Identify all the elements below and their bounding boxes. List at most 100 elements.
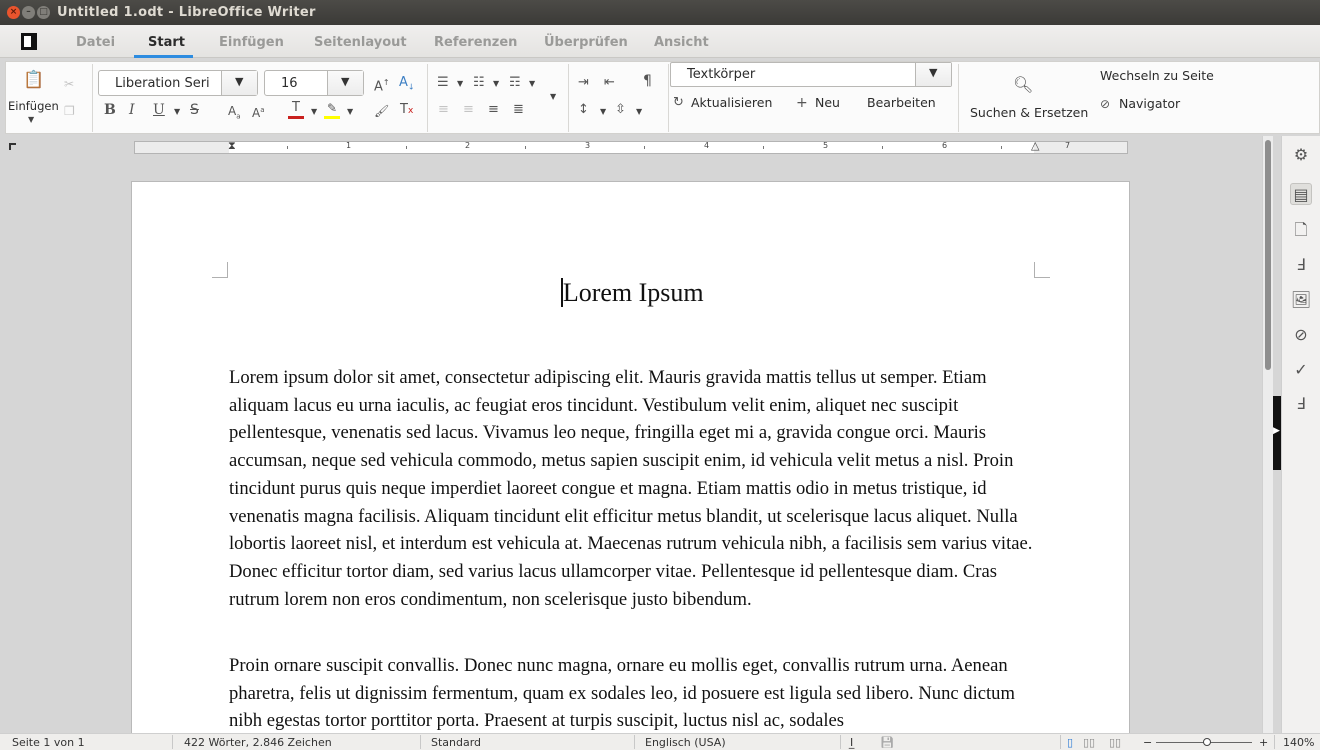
bold-button[interactable]: B — [104, 102, 116, 118]
page-icon[interactable]: 🗋 — [1290, 219, 1312, 241]
vertical-scrollbar[interactable] — [1262, 136, 1273, 733]
tab-seitenlayout[interactable]: Seitenlayout — [314, 35, 407, 50]
grow-font-icon[interactable]: A↑ — [374, 75, 390, 95]
line-spacing-icon[interactable]: ↕ — [578, 102, 589, 118]
document-page[interactable]: Lorem Ipsum Lorem ipsum dolor sit amet, … — [131, 181, 1130, 733]
paragraph-more-dropdown-icon[interactable]: ▼ — [550, 92, 556, 101]
outline-list-dropdown-icon[interactable]: ▼ — [529, 79, 535, 88]
zoom-level[interactable]: 140% — [1283, 736, 1314, 749]
decrease-indent-icon[interactable]: ⇤ — [604, 75, 615, 91]
paste-dropdown-icon[interactable]: ▼ — [28, 115, 34, 124]
font-color-icon[interactable]: T — [288, 100, 304, 119]
maximize-window-button[interactable]: □ — [37, 6, 50, 19]
align-justify-icon[interactable]: ≣ — [513, 102, 524, 118]
paragraph[interactable]: Proin ornare suscipit convallis. Donec n… — [229, 652, 1039, 733]
sidebar-menu-icon[interactable]: ⚙ — [1290, 144, 1312, 166]
strikethrough-button[interactable]: S — [190, 102, 199, 118]
ruler-number: 7 — [1065, 141, 1071, 150]
update-style-button[interactable]: Aktualisieren — [691, 95, 772, 110]
paste-icon[interactable]: 📋 — [23, 72, 44, 89]
search-icon[interactable]: 🔍︎ — [1013, 77, 1033, 93]
bullet-list-dropdown-icon[interactable]: ▼ — [457, 79, 463, 88]
properties-icon[interactable]: ▤ — [1290, 183, 1312, 205]
numbered-list-icon[interactable]: ☷ — [473, 75, 485, 91]
style-inspector-icon[interactable]: Ⅎ — [1290, 393, 1312, 415]
goto-page-button[interactable]: Wechseln zu Seite — [1100, 68, 1214, 83]
font-size-dropdown[interactable]: ▼ — [327, 71, 363, 95]
update-style-icon[interactable]: ↻ — [673, 95, 684, 111]
document-heading[interactable]: Lorem Ipsum — [229, 278, 1036, 308]
align-right-icon[interactable]: ≡ — [488, 102, 499, 118]
underline-dropdown-icon[interactable]: ▼ — [174, 107, 180, 116]
horizontal-ruler[interactable]: ⧗ △ 1 2 3 4 5 6 7 — [134, 141, 1128, 154]
superscript-icon[interactable]: Aa — [252, 102, 265, 121]
numbered-list-dropdown-icon[interactable]: ▼ — [493, 79, 499, 88]
navigator-button[interactable]: Navigator — [1119, 96, 1180, 111]
font-size-combo[interactable]: 16 ▼ — [264, 70, 364, 96]
clear-formatting-icon[interactable]: Tx — [400, 102, 413, 119]
formatting-marks-button[interactable]: ¶ — [643, 73, 652, 89]
bullet-list-icon[interactable]: ☰ — [437, 75, 449, 91]
paragraph-spacing-dropdown-icon[interactable]: ▼ — [636, 107, 642, 116]
word-count[interactable]: 422 Wörter, 2.846 Zeichen — [184, 736, 332, 749]
outline-list-icon[interactable]: ☶ — [509, 75, 521, 91]
separator — [668, 64, 669, 132]
highlight-color-icon[interactable]: ✎ — [324, 100, 340, 119]
paragraph-style-dropdown[interactable]: ▼ — [915, 63, 951, 86]
tab-stop-selector[interactable] — [9, 143, 16, 150]
navigator-icon[interactable]: ⊘ — [1100, 96, 1110, 112]
tab-ueberpruefen[interactable]: Überprüfen — [544, 35, 628, 50]
italic-button[interactable]: I — [129, 102, 135, 118]
minimize-window-button[interactable]: – — [22, 6, 35, 19]
close-window-button[interactable]: × — [7, 6, 20, 19]
tab-datei[interactable]: Datei — [76, 35, 115, 50]
styles-icon[interactable]: Ⅎ — [1290, 254, 1312, 276]
underline-button[interactable]: U — [153, 102, 165, 118]
status-bar: Seite 1 von 1 422 Wörter, 2.846 Zeichen … — [0, 733, 1320, 750]
font-name-dropdown[interactable]: ▼ — [221, 71, 257, 95]
sidebar-collapse-handle[interactable]: ▶ — [1273, 396, 1281, 470]
line-spacing-dropdown-icon[interactable]: ▼ — [600, 107, 606, 116]
paragraph[interactable]: Lorem ipsum dolor sit amet, consectetur … — [229, 364, 1039, 613]
manage-changes-icon[interactable]: ✓ — [1290, 359, 1312, 381]
book-view-icon[interactable]: ▯▯ — [1109, 736, 1121, 749]
navigator-icon[interactable]: ⊘ — [1290, 324, 1312, 346]
page-count[interactable]: Seite 1 von 1 — [12, 736, 85, 749]
scrollbar-thumb[interactable] — [1265, 140, 1271, 370]
zoom-in-button[interactable]: + — [1259, 736, 1268, 749]
paste-button[interactable]: Einfügen — [8, 99, 59, 113]
left-indent-marker[interactable]: ⧗ — [228, 142, 236, 153]
tab-ansicht[interactable]: Ansicht — [654, 35, 709, 50]
subscript-icon[interactable]: Aa — [228, 103, 241, 124]
paragraph-style-combo[interactable]: Textkörper ▼ — [670, 62, 952, 87]
title-bar: × – □ Untitled 1.odt - LibreOffice Write… — [0, 0, 1320, 25]
font-name-combo[interactable]: Liberation Seri ▼ — [98, 70, 258, 96]
start-toolbar: 📋 Einfügen ▼ ✂ ❐ Liberation Seri ▼ 16 ▼ … — [5, 61, 1320, 134]
document-canvas[interactable]: Lorem Ipsum Lorem ipsum dolor sit amet, … — [0, 157, 1262, 733]
multi-page-view-icon[interactable]: ▯▯ — [1083, 736, 1095, 749]
edit-style-button[interactable]: Bearbeiten — [867, 95, 936, 110]
font-color-dropdown-icon[interactable]: ▼ — [311, 107, 317, 116]
right-indent-marker[interactable]: △ — [1031, 142, 1039, 152]
increase-indent-icon[interactable]: ⇥ — [578, 75, 589, 91]
text-language[interactable]: Englisch (USA) — [645, 736, 726, 749]
single-page-view-icon[interactable]: ▯ — [1067, 736, 1073, 749]
insert-mode-icon[interactable]: I̲ — [850, 736, 853, 749]
zoom-slider-handle[interactable] — [1203, 738, 1211, 746]
tab-einfuegen[interactable]: Einfügen — [219, 35, 284, 50]
page-style[interactable]: Standard — [431, 736, 481, 749]
zoom-out-button[interactable]: − — [1143, 736, 1152, 749]
separator — [840, 735, 841, 749]
shrink-font-icon[interactable]: A↓ — [399, 75, 415, 96]
new-style-icon[interactable]: + — [796, 95, 808, 111]
text-boundary-corner — [212, 262, 228, 278]
find-replace-button[interactable]: Suchen & Ersetzen — [970, 105, 1088, 120]
paragraph-spacing-icon[interactable]: ⇳ — [615, 102, 626, 118]
tab-referenzen[interactable]: Referenzen — [434, 35, 517, 50]
new-style-button[interactable]: Neu — [815, 95, 840, 110]
document-menu-icon[interactable] — [21, 33, 37, 50]
highlight-dropdown-icon[interactable]: ▼ — [347, 107, 353, 116]
tab-start[interactable]: Start — [148, 35, 185, 50]
gallery-icon[interactable]: 🖼 — [1290, 289, 1312, 311]
clone-formatting-icon[interactable]: 🖌 — [374, 103, 389, 119]
